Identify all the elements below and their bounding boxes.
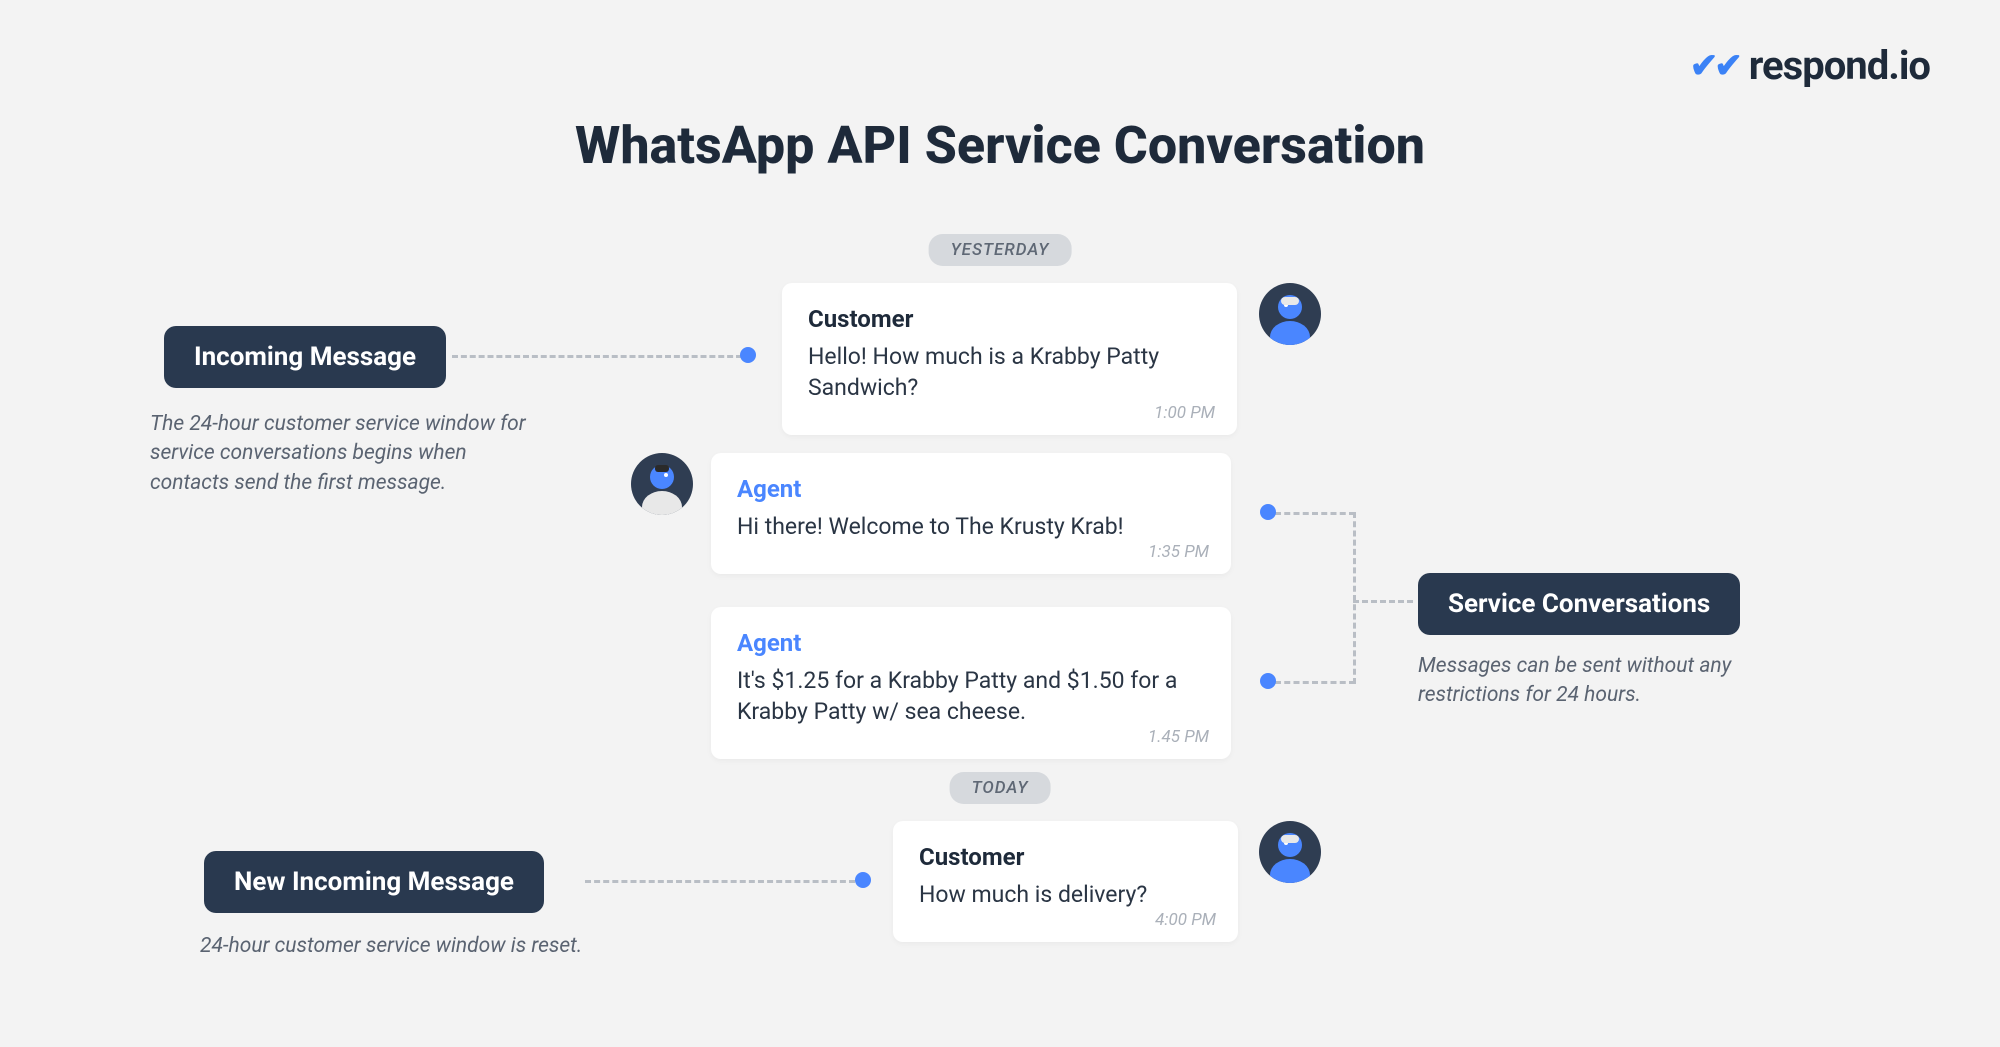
message-body: Hi there! Welcome to The Krusty Krab! xyxy=(737,511,1205,542)
sender-label: Agent xyxy=(737,629,1205,657)
page-title: WhatsApp API Service Conversation xyxy=(575,115,1425,176)
sender-label: Customer xyxy=(919,843,1212,871)
connector-dot xyxy=(1260,673,1276,689)
chat-bubble-agent-1: Agent Hi there! Welcome to The Krusty Kr… xyxy=(711,453,1231,574)
avatar-customer xyxy=(1259,283,1321,345)
sender-label: Agent xyxy=(737,475,1205,503)
chat-bubble-agent-2: Agent It's $1.25 for a Krabby Patty and … xyxy=(711,607,1231,759)
annotation-caption-service: Messages can be sent without any restric… xyxy=(1418,652,1788,711)
annotation-caption-new-incoming: 24-hour customer service window is reset… xyxy=(200,932,582,961)
chat-bubble-customer-1: Customer Hello! How much is a Krabby Pat… xyxy=(782,283,1237,435)
avatar-agent xyxy=(631,453,693,515)
connector-dot xyxy=(740,347,756,363)
sender-label: Customer xyxy=(808,305,1211,333)
brand-name: respond.io xyxy=(1749,42,1930,89)
message-time: 1.45 PM xyxy=(1148,727,1209,747)
connector-line xyxy=(1275,512,1355,515)
connector-line xyxy=(452,355,742,358)
brand-check-icon: ✔✔ xyxy=(1690,46,1739,86)
message-time: 1:00 PM xyxy=(1154,403,1215,423)
message-body: It's $1.25 for a Krabby Patty and $1.50 … xyxy=(737,665,1205,727)
annotation-pill-service: Service Conversations xyxy=(1418,573,1740,635)
message-body: How much is delivery? xyxy=(919,879,1212,910)
chat-bubble-customer-2: Customer How much is delivery? 4:00 PM xyxy=(893,821,1238,942)
connector-line xyxy=(1353,600,1413,603)
connector-line xyxy=(585,880,855,883)
avatar-customer xyxy=(1259,821,1321,883)
connector-dot xyxy=(1260,504,1276,520)
connector-line xyxy=(1275,681,1355,684)
date-separator-yesterday: YESTERDAY xyxy=(929,234,1072,266)
annotation-caption-incoming: The 24-hour customer service window for … xyxy=(150,410,550,498)
message-time: 4:00 PM xyxy=(1155,910,1216,930)
date-separator-today: TODAY xyxy=(950,772,1051,804)
connector-dot xyxy=(855,872,871,888)
brand-logo: ✔✔ respond.io xyxy=(1690,42,1930,89)
connector-line xyxy=(1353,512,1356,684)
message-time: 1:35 PM xyxy=(1148,542,1209,562)
annotation-pill-new-incoming: New Incoming Message xyxy=(204,851,544,913)
annotation-pill-incoming: Incoming Message xyxy=(164,326,446,388)
message-body: Hello! How much is a Krabby Patty Sandwi… xyxy=(808,341,1211,403)
